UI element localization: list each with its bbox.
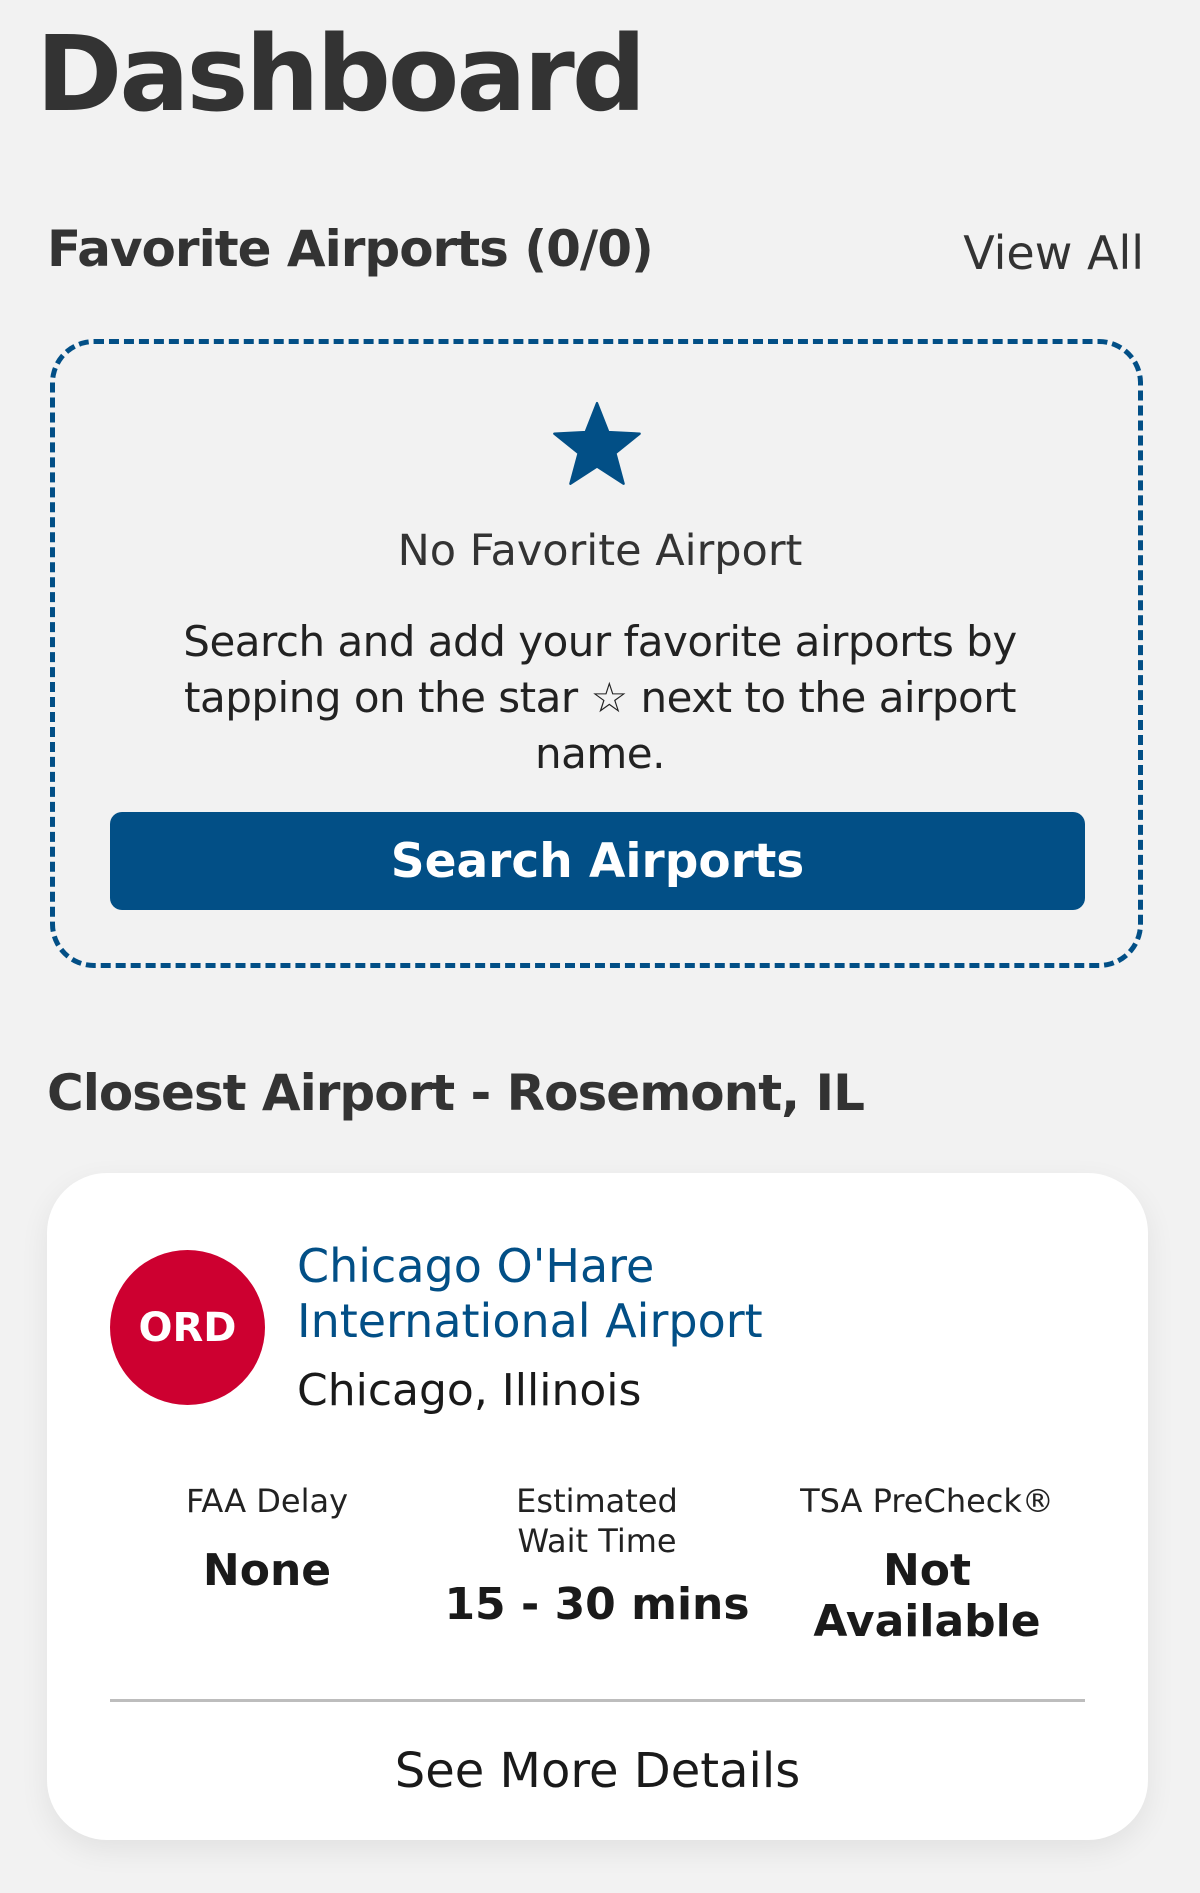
empty-state-title: No Favorite Airport <box>397 526 803 576</box>
star-icon <box>553 401 641 485</box>
closest-airport-card: ORD Chicago O'Hare International Airport… <box>47 1173 1148 1840</box>
airport-location: Chicago, Illinois <box>297 1365 642 1416</box>
search-airports-button[interactable]: Search Airports <box>110 812 1085 910</box>
see-more-details-link[interactable]: See More Details <box>47 1743 1148 1799</box>
airport-code-badge: ORD <box>110 1250 265 1405</box>
card-divider <box>110 1699 1085 1702</box>
stat-label: Estimated Wait Time <box>516 1482 678 1560</box>
stat-label: FAA Delay <box>185 1482 349 1520</box>
airport-name-link[interactable]: Chicago O'Hare International Airport <box>297 1239 897 1349</box>
stat-tsa-precheck: TSA PreCheck® Not Available <box>767 1481 1087 1647</box>
stat-value: Not Available <box>813 1545 1041 1647</box>
empty-state-description: Search and add your favorite airports by… <box>183 617 1017 778</box>
closest-airport-heading: Closest Airport - Rosemont, IL <box>47 1064 865 1122</box>
view-all-link[interactable]: View All <box>963 226 1144 280</box>
stat-faa-delay: FAA Delay None <box>107 1481 427 1596</box>
page-title: Dashboard <box>36 13 646 135</box>
stat-wait-time: Estimated Wait Time 15 - 30 mins <box>437 1481 757 1630</box>
favorite-airports-heading: Favorite Airports (0/0) <box>47 220 654 278</box>
stat-value: 15 - 30 mins <box>444 1579 750 1630</box>
stat-value: None <box>202 1545 332 1596</box>
stat-label: TSA PreCheck® <box>800 1482 1054 1520</box>
